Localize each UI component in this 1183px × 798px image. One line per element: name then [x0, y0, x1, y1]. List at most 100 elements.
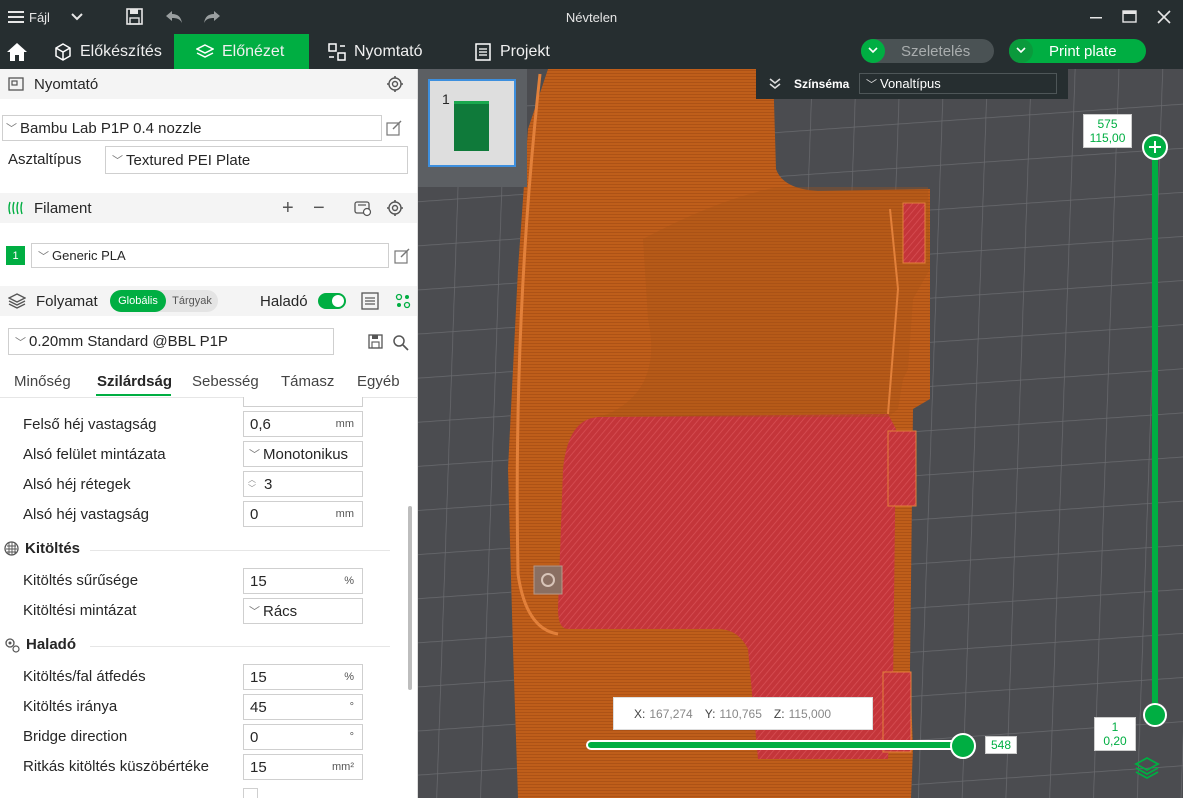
- layer-slider-track[interactable]: [1152, 147, 1158, 717]
- plus-icon: [1149, 141, 1161, 153]
- infill-wall-overlap-input[interactable]: 15 %: [243, 664, 363, 690]
- edit-icon[interactable]: [394, 248, 410, 264]
- printer-icon: [328, 42, 346, 61]
- filament-icon: [8, 201, 23, 215]
- printer-select[interactable]: ﹀ Bambu Lab P1P 0.4 nozzle: [2, 115, 382, 141]
- infill-pattern-value: Rács: [263, 602, 298, 620]
- minimize-button[interactable]: [1089, 0, 1103, 34]
- list-icon[interactable]: [361, 292, 379, 310]
- bridge-direction-label: Bridge direction: [23, 728, 128, 745]
- layers-icon: [196, 43, 214, 58]
- edit-icon[interactable]: [386, 120, 402, 136]
- undo-icon: [166, 11, 182, 23]
- plate-type-select[interactable]: ﹀ Textured PEI Plate: [105, 146, 408, 174]
- advanced-group-header: Haladó: [4, 636, 76, 653]
- ams-icon[interactable]: [354, 199, 372, 217]
- tab-device-label: Nyomtató: [354, 42, 423, 60]
- color-scheme-select[interactable]: ﹀ Vonaltípus: [859, 73, 1057, 94]
- coordinate-readout: X: 167,274 Y: 110,765 Z: 115,000: [613, 697, 873, 730]
- infill-density-input[interactable]: 15 %: [243, 568, 363, 594]
- chevron-down-icon: [71, 13, 83, 21]
- maximize-button[interactable]: [1122, 0, 1138, 34]
- subtab-strength[interactable]: Szilárdság: [97, 373, 172, 390]
- print-dropdown-button[interactable]: [1009, 39, 1033, 63]
- tab-device[interactable]: Nyomtató: [328, 34, 438, 69]
- subtab-quality[interactable]: Minőség: [14, 373, 71, 390]
- preview-viewport[interactable]: 1 Színséma ﹀ Vonaltípus 575 115,00 1 0,2…: [418, 69, 1183, 798]
- unit-label: mm: [335, 508, 354, 520]
- save-button[interactable]: [126, 0, 144, 34]
- subtab-support[interactable]: Támasz: [281, 373, 334, 390]
- chevron-down-icon: ﹀: [15, 336, 26, 349]
- layers-icon[interactable]: [1134, 756, 1160, 780]
- bottom-surface-pattern-select[interactable]: ﹀ Monotonikus: [243, 441, 363, 467]
- chevron-down-icon: ﹀: [249, 449, 260, 461]
- coord-z-label: Z:: [773, 706, 785, 721]
- bottom-shell-layers-stepper[interactable]: ︿ ﹀ 3: [243, 471, 363, 497]
- unit-label: °: [349, 701, 354, 713]
- chevron-down-icon: [868, 47, 878, 54]
- move-slider-handle[interactable]: [950, 733, 976, 759]
- infill-density-value: 15: [250, 572, 267, 590]
- tab-prepare-label: Előkészítés: [80, 42, 162, 60]
- gear-icon[interactable]: [386, 199, 404, 217]
- close-button[interactable]: [1157, 0, 1171, 34]
- subtab-others[interactable]: Egyéb: [357, 373, 400, 390]
- subtab-speed[interactable]: Sebesség: [192, 373, 259, 390]
- layer-top-badge: 575 115,00: [1083, 114, 1132, 148]
- bottom-shell-thickness-input[interactable]: 0 mm: [243, 501, 363, 527]
- layer-slider-top-handle[interactable]: [1142, 134, 1168, 160]
- home-button[interactable]: [6, 34, 32, 69]
- top-shell-thickness-input[interactable]: 0,6 mm: [243, 411, 363, 437]
- infill-direction-value: 45: [250, 698, 267, 716]
- infill-direction-input[interactable]: 45 °: [243, 694, 363, 720]
- model-detail: [902, 202, 926, 264]
- search-icon[interactable]: [392, 334, 409, 351]
- coord-y-value: 110,765: [719, 706, 762, 721]
- infill-group-header: Kitöltés: [4, 540, 80, 557]
- plate-thumbnail[interactable]: 1: [428, 79, 516, 167]
- move-slider-badge: 548: [985, 736, 1017, 754]
- layer-slider-bottom-handle[interactable]: [1143, 703, 1167, 727]
- infill-density-label: Kitöltés sűrűsége: [23, 572, 139, 589]
- slice-button[interactable]: Szeletelés: [901, 43, 970, 60]
- filament-select[interactable]: ﹀ Generic PLA: [31, 243, 389, 268]
- print-plate-button[interactable]: Print plate: [1049, 43, 1117, 60]
- process-section-header: Folyamat Globális Tárgyak Haladó: [0, 286, 417, 316]
- menu-dropdown-button[interactable]: [70, 0, 84, 34]
- settings-scrollbar[interactable]: [408, 506, 412, 690]
- build-plate-grid: [418, 69, 1183, 798]
- filament-slot-badge[interactable]: 1: [6, 246, 25, 265]
- redo-button[interactable]: [202, 0, 222, 34]
- tab-prepare[interactable]: Előkészítés: [52, 34, 172, 69]
- undo-button[interactable]: [164, 0, 184, 34]
- chevron-down-icon: ﹀: [112, 155, 123, 167]
- save-icon[interactable]: [368, 334, 384, 350]
- stepper-arrows-icon[interactable]: ︿ ﹀: [248, 475, 256, 493]
- bridge-direction-input[interactable]: 0 °: [243, 724, 363, 750]
- coord-x-value: 167,274: [649, 706, 693, 721]
- compare-icon[interactable]: [395, 293, 411, 309]
- collapse-icon[interactable]: [768, 78, 782, 90]
- bottom-surface-pattern-value: Monotonikus: [263, 445, 349, 463]
- color-scheme-label: Színséma: [794, 77, 850, 91]
- advanced-toggle[interactable]: [318, 293, 346, 309]
- process-preset-select[interactable]: ﹀ 0.20mm Standard @BBL P1P: [8, 328, 334, 355]
- gear-icon[interactable]: [386, 75, 404, 93]
- scope-objects-button[interactable]: Tárgyak: [166, 290, 218, 312]
- scope-global-button[interactable]: Globális: [110, 290, 166, 312]
- tab-project[interactable]: Projekt: [474, 34, 564, 69]
- remove-filament-button[interactable]: −: [313, 197, 325, 220]
- advanced-group-title: Haladó: [26, 636, 77, 653]
- tab-preview[interactable]: Előnézet: [174, 34, 309, 69]
- slice-dropdown-button[interactable]: [861, 39, 885, 63]
- unit-label: %: [344, 671, 354, 683]
- unit-label: mm²: [332, 761, 354, 773]
- home-icon: [7, 42, 27, 61]
- move-slider-track[interactable]: [586, 740, 964, 750]
- infill-pattern-select[interactable]: ﹀ Rács: [243, 598, 363, 624]
- sparse-infill-threshold-input[interactable]: 15 mm²: [243, 754, 363, 780]
- partial-checkbox[interactable]: [243, 788, 258, 798]
- menu-button[interactable]: Fájl: [8, 0, 50, 34]
- add-filament-button[interactable]: +: [282, 197, 294, 220]
